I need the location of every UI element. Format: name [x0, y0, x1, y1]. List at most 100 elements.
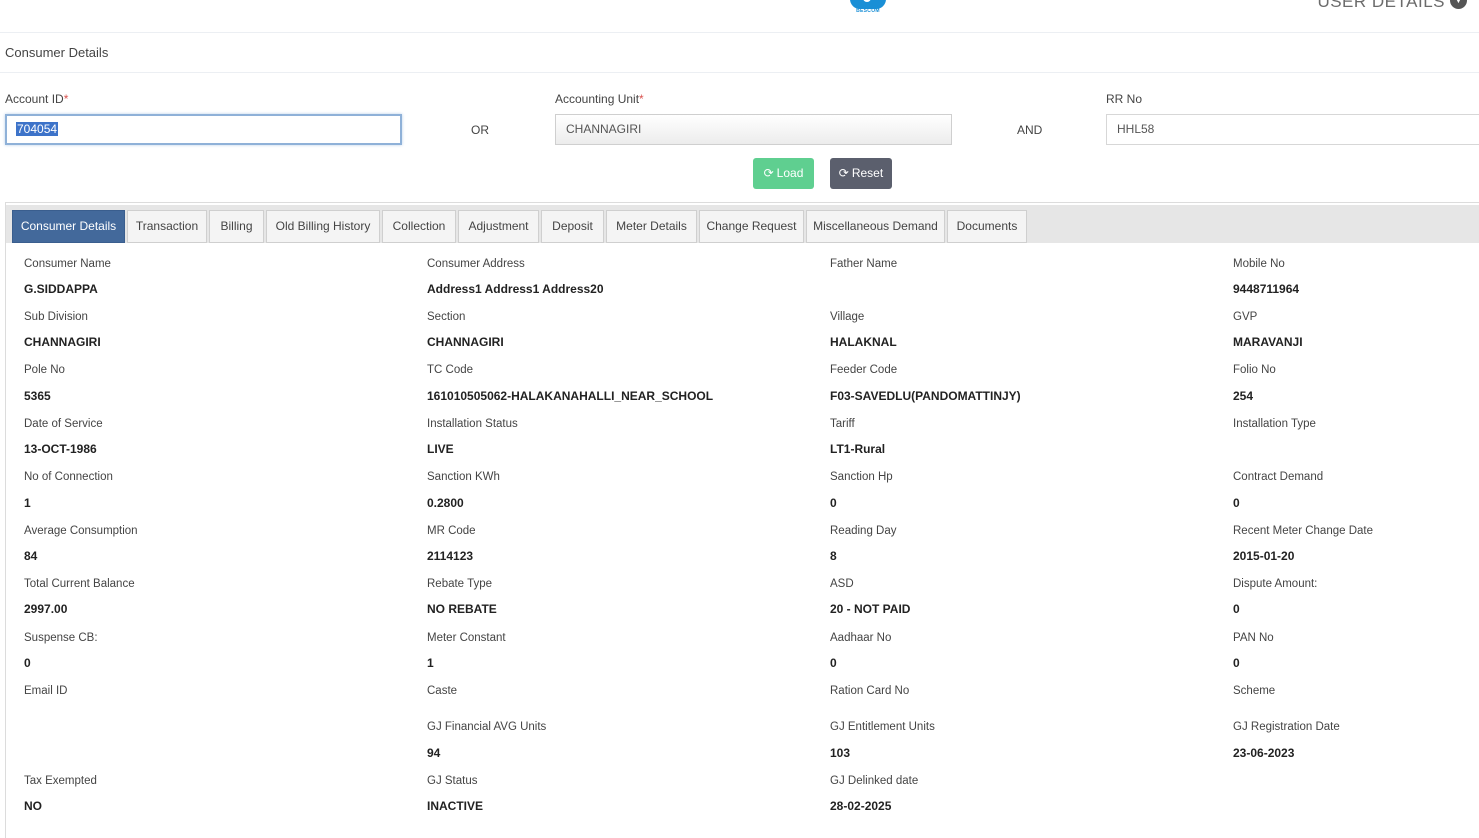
gj-registration-date-value: 23-06-2023 [1233, 746, 1295, 760]
contract-demand-value: 0 [1233, 496, 1240, 510]
pole-no-label: Pole No [24, 364, 65, 376]
reading-day-value: 8 [830, 549, 837, 563]
section-value: CHANNAGIRI [427, 335, 504, 349]
date-of-service-label: Date of Service [24, 418, 103, 430]
tab-change-request[interactable]: Change Request [699, 210, 804, 243]
gj-status-value: INACTIVE [427, 799, 484, 813]
tc-code-value: 161010505062-HALAKANAHALLI_NEAR_SCHOOL [427, 389, 714, 403]
gvp-value: MARAVANJI [1233, 335, 1303, 349]
dispute-amount-value: 0 [1233, 602, 1240, 616]
mobile-no-value: 9448711964 [1233, 282, 1300, 296]
pan-no-value: 0 [1233, 656, 1240, 670]
refresh-icon: ⟳ [838, 166, 849, 180]
tariff-value: LT1-Rural [830, 442, 886, 456]
tab-documents[interactable]: Documents [947, 210, 1027, 243]
folio-no-label: Folio No [1233, 364, 1276, 376]
reading-day-label: Reading Day [830, 525, 897, 537]
average-consumption-value: 84 [24, 549, 38, 563]
email-id-label: Email ID [24, 685, 68, 697]
or-label: OR [471, 123, 489, 137]
suspense-cb-value: 0 [24, 656, 31, 670]
recent-meter-change-date-value: 2015-01-20 [1233, 549, 1295, 563]
sanction-kwh-label: Sanction KWh [427, 471, 500, 483]
dispute-amount-label: Dispute Amount: [1233, 578, 1318, 590]
meter-constant-value: 1 [427, 656, 434, 670]
asd-value: 20 - NOT PAID [830, 602, 911, 616]
mr-code-label: MR Code [427, 525, 476, 537]
tab-adjustment[interactable]: Adjustment [458, 210, 539, 243]
sanction-hp-label: Sanction Hp [830, 471, 893, 483]
rebate-type-label: Rebate Type [427, 578, 493, 590]
tax-exempted-label: Tax Exempted [24, 775, 97, 787]
village-value: HALAKNAL [830, 335, 897, 349]
gj-delinked-date-value: 28-02-2025 [830, 799, 892, 813]
tc-code-label: TC Code [427, 364, 474, 376]
recent-meter-change-date-label: Recent Meter Change Date [1233, 525, 1373, 537]
village-label: Village [830, 311, 865, 323]
contract-demand-label: Contract Demand [1233, 471, 1324, 483]
no-of-connection-value: 1 [24, 496, 31, 510]
sub-division-value: CHANNAGIRI [24, 335, 101, 349]
details-panel [5, 202, 1479, 838]
caste-label: Caste [427, 685, 458, 697]
reset-button[interactable]: ⟳ Reset [830, 158, 892, 189]
tariff-label: Tariff [830, 418, 855, 430]
mr-code-value: 2114123 [427, 549, 474, 563]
and-label: AND [1017, 123, 1043, 137]
tab-old-billing-history[interactable]: Old Billing History [266, 210, 380, 243]
father-name-label: Father Name [830, 258, 898, 270]
tab-transaction[interactable]: Transaction [127, 210, 207, 243]
top-header: BESCOM USER DETAILS ▼ [0, 0, 1479, 33]
sub-division-label: Sub Division [24, 311, 88, 323]
mobile-no-label: Mobile No [1233, 258, 1285, 270]
load-button[interactable]: ⟳ Load [753, 158, 814, 189]
rebate-type-value: NO REBATE [427, 602, 497, 616]
installation-status-label: Installation Status [427, 418, 518, 430]
ration-card-no-label: Ration Card No [830, 685, 910, 697]
gj-registration-date-label: GJ Registration Date [1233, 721, 1340, 733]
total-current-balance-value: 2997.00 [24, 602, 68, 616]
divider [0, 72, 1479, 73]
feeder-code-label: Feeder Code [830, 364, 898, 376]
tab-deposit[interactable]: Deposit [541, 210, 604, 243]
installation-status-value: LIVE [427, 442, 454, 456]
consumer-address-value: Address1 Address1 Address20 [427, 282, 604, 296]
total-current-balance-label: Total Current Balance [24, 578, 135, 590]
pan-no-label: PAN No [1233, 632, 1274, 644]
consumer-name-value: G.SIDDAPPA [24, 282, 98, 296]
user-details-menu[interactable]: USER DETAILS [1317, 0, 1445, 12]
pole-no-value: 5365 [24, 389, 51, 403]
installation-type-label: Installation Type [1233, 418, 1316, 430]
consumer-address-label: Consumer Address [427, 258, 525, 270]
account-id-label: Account ID* [5, 92, 69, 106]
gj-financial-avg-units-value: 94 [427, 746, 441, 760]
rr-no-input[interactable]: HHL58 [1106, 114, 1479, 145]
tab-consumer-details[interactable]: Consumer Details [12, 210, 125, 243]
tab-meter-details[interactable]: Meter Details [606, 210, 697, 243]
scheme-label: Scheme [1233, 685, 1276, 697]
gj-entitlement-units-value: 103 [830, 746, 851, 760]
page-title: Consumer Details [5, 45, 109, 60]
spinner-icon: ⟳ [763, 166, 774, 180]
no-of-connection-label: No of Connection [24, 471, 113, 483]
gj-delinked-date-label: GJ Delinked date [830, 775, 919, 787]
chevron-down-icon[interactable]: ▼ [1450, 0, 1467, 9]
tab-billing[interactable]: Billing [209, 210, 264, 243]
gj-entitlement-units-label: GJ Entitlement Units [830, 721, 935, 733]
tab-collection[interactable]: Collection [382, 210, 456, 243]
gvp-label: GVP [1233, 311, 1258, 323]
meter-constant-label: Meter Constant [427, 632, 506, 644]
section-label: Section [427, 311, 466, 323]
accounting-unit-select[interactable]: CHANNAGIRI [555, 114, 952, 145]
account-id-input[interactable]: 704054 [5, 114, 402, 145]
tab-miscellaneous-demand[interactable]: Miscellaneous Demand [806, 210, 945, 243]
accounting-unit-label: Accounting Unit* [555, 92, 644, 106]
gj-financial-avg-units-label: GJ Financial AVG Units [427, 721, 547, 733]
bescom-logo: BESCOM [850, 0, 886, 16]
aadhaar-no-label: Aadhaar No [830, 632, 892, 644]
folio-no-value: 254 [1233, 389, 1254, 403]
sanction-kwh-value: 0.2800 [427, 496, 464, 510]
consumer-name-label: Consumer Name [24, 258, 111, 270]
feeder-code-value: F03-SAVEDLU(PANDOMATTINJY) [830, 389, 1021, 403]
sanction-hp-value: 0 [830, 496, 837, 510]
